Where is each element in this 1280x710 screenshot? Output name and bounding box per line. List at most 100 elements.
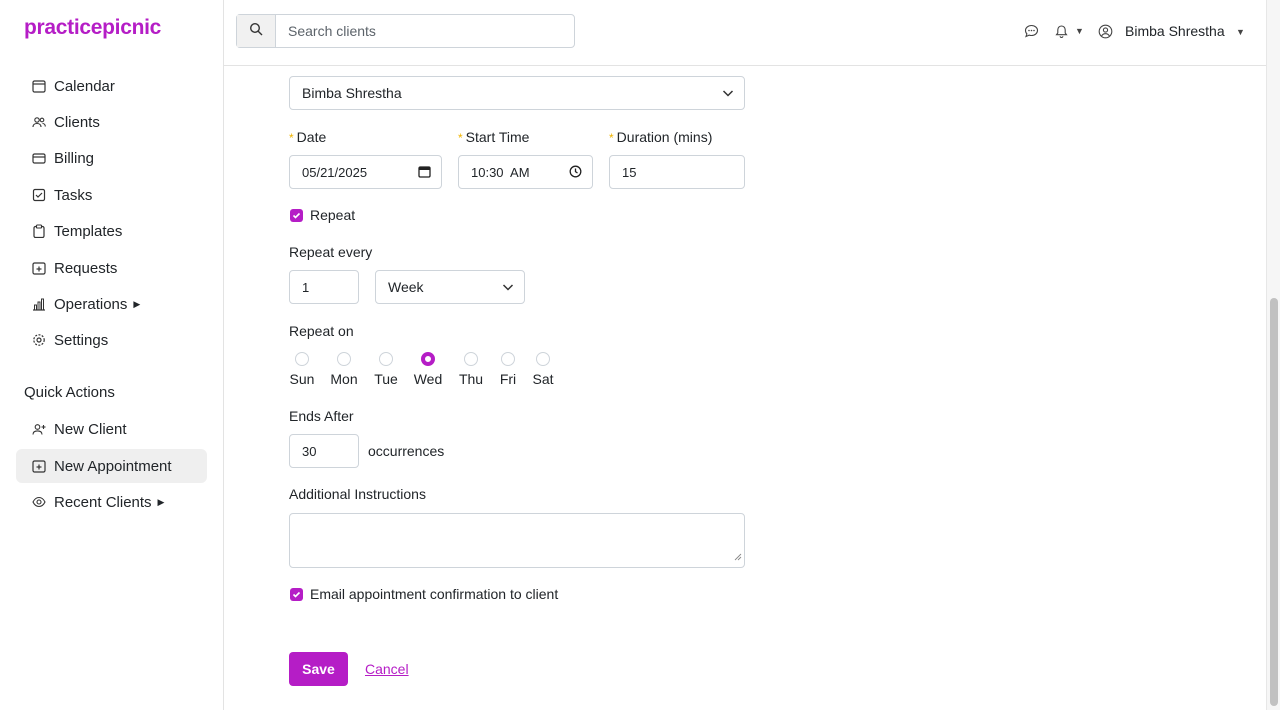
radio-fri[interactable] (501, 352, 515, 366)
chevron-down-icon (502, 280, 514, 296)
sidebar-item-label: Requests (54, 259, 118, 277)
sidebar-item-label: Clients (54, 113, 100, 131)
person-plus-icon (32, 422, 46, 436)
day-label-fri: Fri (499, 371, 517, 387)
sidebar-item-billing[interactable]: Billing (16, 141, 207, 175)
user-menu-name[interactable]: Bimba Shrestha (1125, 23, 1225, 39)
sidebar-item-settings[interactable]: Settings (16, 323, 207, 357)
users-icon (32, 115, 46, 129)
user-menu-caret-icon[interactable]: ▼ (1236, 27, 1245, 37)
sidebar-item-label: New Appointment (54, 457, 172, 475)
notifications-caret-icon[interactable]: ▼ (1075, 26, 1084, 36)
ends-after-label: Ends After (289, 408, 354, 424)
search-input[interactable] (276, 15, 574, 47)
bar-chart-icon (32, 297, 46, 311)
repeat-unit-select[interactable]: Week (375, 270, 525, 304)
calendar-plus-icon (32, 261, 46, 275)
clipboard-icon (32, 224, 46, 238)
sidebar-item-requests[interactable]: Requests (16, 251, 207, 285)
clock-icon[interactable] (569, 165, 582, 181)
bell-icon[interactable] (1054, 24, 1069, 39)
repeat-checkbox[interactable] (290, 209, 303, 222)
date-value: 05/21/2025 (302, 164, 368, 180)
day-label-mon: Mon (330, 371, 358, 387)
repeat-every-value: 1 (302, 279, 310, 295)
sidebar-item-templates[interactable]: Templates (16, 214, 207, 248)
check-square-icon (32, 188, 46, 202)
radio-sat[interactable] (536, 352, 550, 366)
radio-sun[interactable] (295, 352, 309, 366)
sidebar-item-label: Recent Clients (54, 493, 152, 511)
day-label-tue: Tue (374, 371, 398, 387)
start-time-value: 10:30 AM (471, 164, 530, 180)
repeat-label: Repeat (310, 207, 356, 223)
resize-handle-icon[interactable] (734, 548, 742, 566)
calendar-icon (32, 79, 46, 93)
quick-actions-title: Quick Actions (24, 384, 115, 401)
client-select[interactable]: Bimba Shrestha (289, 76, 745, 110)
user-circle-icon[interactable] (1098, 24, 1113, 39)
check-icon (292, 586, 301, 604)
chevron-down-icon (722, 86, 734, 102)
sidebar-item-operations[interactable]: Operations ▶ (16, 287, 207, 321)
app-logo[interactable]: practicepicnic (24, 16, 161, 40)
quick-action-new-client[interactable]: New Client (16, 412, 207, 446)
email-confirm-label: Email appointment confirmation to client (310, 586, 559, 602)
top-header: ▼ Bimba Shrestha ▼ (224, 0, 1266, 66)
required-marker: * (609, 131, 614, 145)
search-bar (236, 14, 575, 48)
sidebar-item-tasks[interactable]: Tasks (16, 178, 207, 212)
sidebar: practicepicnic Calendar Clients Billing … (0, 0, 224, 710)
duration-value: 15 (622, 164, 637, 180)
radio-tue[interactable] (379, 352, 393, 366)
sidebar-item-label: Tasks (54, 186, 93, 204)
sidebar-item-label: Operations (54, 295, 128, 313)
sidebar-item-label: Billing (54, 149, 95, 167)
ends-after-field[interactable]: 30 (289, 434, 359, 468)
day-label-thu: Thu (458, 371, 484, 387)
repeat-on-label: Repeat on (289, 323, 354, 339)
repeat-every-field[interactable]: 1 (289, 270, 359, 304)
sidebar-item-calendar[interactable]: Calendar (16, 69, 207, 103)
check-icon (292, 207, 301, 225)
credit-card-icon (32, 151, 46, 165)
quick-action-recent-clients[interactable]: Recent Clients ▶ (16, 485, 207, 519)
required-marker: * (289, 131, 294, 145)
scrollbar-thumb[interactable] (1270, 298, 1278, 706)
email-confirm-checkbox[interactable] (290, 588, 303, 601)
day-label-wed: Wed (413, 371, 443, 387)
quick-action-new-appointment[interactable]: New Appointment (16, 449, 207, 483)
ends-after-value: 30 (302, 443, 317, 459)
start-time-label: * Start Time (458, 129, 530, 145)
page-scrollbar[interactable] (1266, 0, 1280, 710)
client-select-value: Bimba Shrestha (302, 85, 402, 101)
search-button[interactable] (237, 15, 276, 47)
caret-right-icon: ▶ (133, 298, 141, 309)
repeat-every-label: Repeat every (289, 244, 373, 260)
day-label-sun: Sun (289, 371, 315, 387)
instructions-textarea[interactable] (289, 513, 745, 568)
date-label: * Date (289, 129, 327, 145)
sidebar-item-label: Settings (54, 331, 109, 349)
eye-icon (32, 495, 46, 509)
chat-icon[interactable] (1024, 24, 1039, 39)
caret-right-icon: ▶ (157, 496, 165, 507)
cancel-link[interactable]: Cancel (365, 661, 409, 677)
calendar-icon[interactable] (418, 165, 431, 181)
sidebar-item-label: Templates (54, 222, 123, 240)
duration-field[interactable]: 15 (609, 155, 745, 189)
sidebar-item-clients[interactable]: Clients (16, 105, 207, 139)
search-icon (249, 22, 263, 41)
save-button[interactable]: Save (289, 652, 348, 686)
occurrences-label: occurrences (368, 443, 445, 459)
radio-mon[interactable] (337, 352, 351, 366)
day-label-sat: Sat (532, 371, 554, 387)
radio-thu[interactable] (464, 352, 478, 366)
radio-wed[interactable] (421, 352, 435, 366)
instructions-label: Additional Instructions (289, 486, 426, 502)
duration-label: * Duration (mins) (609, 129, 713, 145)
start-time-field[interactable]: 10:30 AM (458, 155, 593, 189)
date-field[interactable]: 05/21/2025 (289, 155, 442, 189)
calendar-plus-icon (32, 459, 46, 473)
sidebar-item-label: Calendar (54, 77, 115, 95)
